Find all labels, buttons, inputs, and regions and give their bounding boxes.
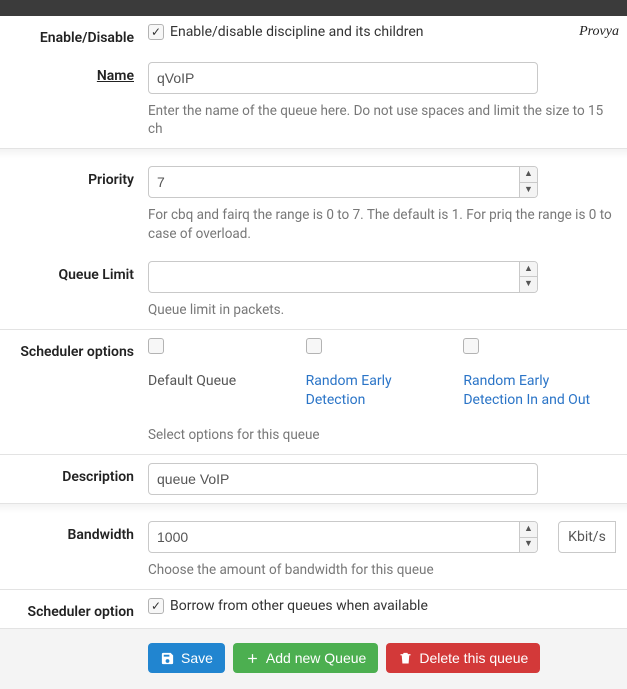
sched-opt-red-io: Random Early Detection In and Out bbox=[463, 338, 621, 410]
separator bbox=[0, 148, 627, 158]
sched-opt-red-checkbox[interactable] bbox=[306, 338, 322, 354]
queue-limit-input[interactable] bbox=[148, 261, 538, 293]
bandwidth-unit-select[interactable]: Kbit/s bbox=[558, 521, 616, 553]
help-bandwidth: Choose the amount of bandwidth for this … bbox=[0, 561, 627, 589]
row-enable: Enable/Disable ✓ Enable/disable discipli… bbox=[0, 16, 627, 54]
save-button-label: Save bbox=[181, 650, 213, 666]
row-scheduler-option: Scheduler option ✓ Borrow from other que… bbox=[0, 590, 627, 628]
top-bar bbox=[0, 0, 627, 16]
sched-opt-red: Random Early Detection bbox=[306, 338, 464, 410]
label-enable: Enable/Disable bbox=[40, 30, 134, 46]
label-queue-limit: Queue Limit bbox=[58, 267, 134, 283]
sched-opt-red-io-checkbox[interactable] bbox=[463, 338, 479, 354]
label-scheduler-option: Scheduler option bbox=[28, 604, 134, 620]
bandwidth-step-down[interactable]: ▼ bbox=[520, 538, 537, 553]
help-name: Enter the name of the queue here. Do not… bbox=[0, 102, 627, 148]
enable-text: Enable/disable discipline and its childr… bbox=[170, 24, 424, 40]
enable-checkbox[interactable]: ✓ bbox=[148, 24, 164, 40]
save-icon bbox=[160, 651, 175, 666]
name-input[interactable] bbox=[148, 62, 538, 94]
label-priority: Priority bbox=[88, 172, 134, 188]
priority-input[interactable] bbox=[148, 166, 538, 198]
save-button[interactable]: Save bbox=[148, 643, 225, 673]
label-bandwidth: Bandwidth bbox=[68, 527, 134, 543]
row-priority: Priority ▲ ▼ bbox=[0, 158, 627, 206]
queue-limit-spinner[interactable]: ▲ ▼ bbox=[148, 261, 538, 293]
label-scheduler-options: Scheduler options bbox=[20, 344, 134, 360]
priority-spinner[interactable]: ▲ ▼ bbox=[148, 166, 538, 198]
row-name: Name bbox=[0, 54, 627, 102]
label-name: Name bbox=[97, 68, 134, 84]
row-bandwidth: Bandwidth ▲ ▼ Kbit/s bbox=[0, 513, 627, 561]
priority-step-down[interactable]: ▼ bbox=[520, 183, 537, 198]
row-queue-limit: Queue Limit ▲ ▼ bbox=[0, 253, 627, 301]
description-input[interactable] bbox=[148, 463, 538, 495]
borrow-checkbox-line[interactable]: ✓ Borrow from other queues when availabl… bbox=[148, 598, 428, 614]
plus-icon bbox=[245, 651, 260, 666]
bandwidth-step-up[interactable]: ▲ bbox=[520, 522, 537, 538]
help-priority: For cbq and fairq the range is 0 to 7. T… bbox=[0, 206, 627, 252]
footer: Save Add new Queue Delete this queue bbox=[0, 628, 627, 689]
help-scheduler-options: Select options for this queue bbox=[0, 412, 627, 454]
bandwidth-spinner[interactable]: ▲ ▼ bbox=[148, 521, 538, 553]
add-queue-button-label: Add new Queue bbox=[266, 650, 366, 666]
add-queue-button[interactable]: Add new Queue bbox=[233, 643, 378, 673]
bandwidth-input[interactable] bbox=[148, 521, 538, 553]
row-description: Description bbox=[0, 455, 627, 503]
delete-queue-button-label: Delete this queue bbox=[419, 650, 528, 666]
sched-opt-default-label: Default Queue bbox=[148, 372, 296, 391]
queue-limit-step-down[interactable]: ▼ bbox=[520, 277, 537, 292]
brand-logo: Provya bbox=[579, 24, 619, 40]
sched-opt-red-label[interactable]: Random Early Detection bbox=[306, 372, 454, 410]
separator-2 bbox=[0, 503, 627, 513]
help-queue-limit: Queue limit in packets. bbox=[0, 301, 627, 329]
sched-opt-default-checkbox[interactable] bbox=[148, 338, 164, 354]
queue-limit-step-up[interactable]: ▲ bbox=[520, 262, 537, 278]
borrow-checkbox[interactable]: ✓ bbox=[148, 598, 164, 614]
borrow-text: Borrow from other queues when available bbox=[170, 598, 428, 614]
delete-queue-button[interactable]: Delete this queue bbox=[386, 643, 540, 673]
enable-checkbox-line[interactable]: ✓ Enable/disable discipline and its chil… bbox=[148, 24, 424, 40]
sched-opt-red-io-label[interactable]: Random Early Detection In and Out bbox=[463, 372, 611, 410]
sched-opt-default: Default Queue bbox=[148, 338, 306, 410]
priority-step-up[interactable]: ▲ bbox=[520, 167, 537, 183]
label-description: Description bbox=[62, 469, 134, 485]
row-scheduler-options: Scheduler options Default Queue Random E… bbox=[0, 330, 627, 412]
trash-icon bbox=[398, 651, 413, 666]
